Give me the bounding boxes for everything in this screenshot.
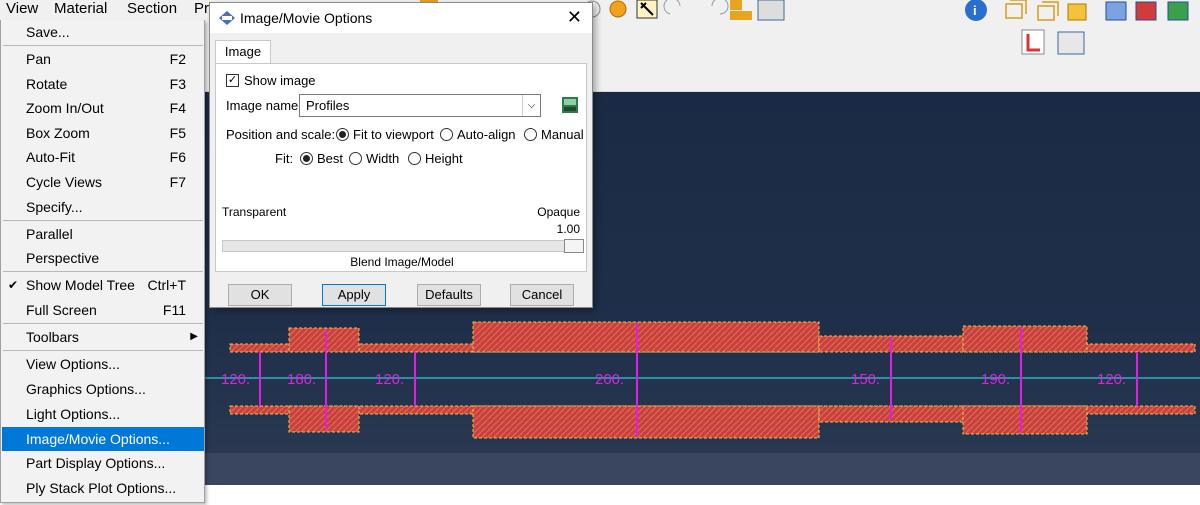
svg-text:i: i	[973, 3, 977, 18]
slider-transparent-label: Transparent	[222, 205, 287, 219]
blend-slider-track[interactable]	[222, 240, 584, 252]
fit-width-radio[interactable]	[349, 152, 362, 165]
menu-separator	[3, 350, 203, 351]
dimension-label: 120.	[221, 371, 250, 388]
fit-height-radio[interactable]	[408, 152, 421, 165]
menu-item-specify[interactable]: Specify...	[2, 195, 204, 219]
blend-slider-thumb[interactable]	[564, 239, 584, 253]
menu-view[interactable]: View	[6, 0, 38, 18]
menu-item-graphics-options[interactable]: Graphics Options...	[2, 377, 204, 401]
menu-item-save[interactable]: Save...	[2, 20, 204, 44]
fit-best-label: Best	[317, 151, 344, 166]
position-fit-viewport-label: Fit to viewport	[353, 127, 434, 142]
image-name-select[interactable]: Profiles ⌵	[299, 94, 541, 117]
menu-item-pan[interactable]: Pan F2	[2, 47, 204, 71]
fit-best-radio[interactable]	[300, 152, 313, 165]
menu-separator	[3, 323, 203, 324]
view-menu-dropdown: Save... Pan F2 Rotate F3 Zoom In/Out F4 …	[0, 20, 205, 503]
dimension-label: 190.	[981, 371, 1010, 388]
image-name-value: Profiles	[306, 98, 350, 113]
profile-top	[229, 321, 1196, 353]
fit-label: Fit:	[275, 151, 294, 166]
position-scale-label: Position and scale:	[226, 127, 336, 142]
show-image-checkbox[interactable]: ✓	[226, 74, 239, 87]
profile-model[interactable]: 120. 180. 120. 200. 150. 190. 120.	[205, 300, 1200, 450]
image-movie-options-dialog: Image/Movie Options ✕ Image ✓ Show image…	[209, 2, 593, 308]
menu-item-box-zoom[interactable]: Box Zoom F5	[2, 121, 204, 145]
menu-item-image-movie-options[interactable]: Image/Movie Options...	[2, 427, 204, 451]
dialog-app-icon	[219, 11, 235, 25]
menu-item-rotate[interactable]: Rotate F3	[2, 72, 204, 96]
menu-bar: View Material Section Pr	[0, 0, 210, 20]
chevron-down-icon: ⌵	[522, 95, 540, 116]
position-fit-viewport-radio[interactable]	[336, 128, 349, 141]
fit-height-label: Height	[425, 151, 463, 166]
menu-separator	[3, 220, 203, 221]
dimension-label: 180.	[287, 371, 316, 388]
menu-item-light-options[interactable]: Light Options...	[2, 402, 204, 426]
ok-button[interactable]: OK	[228, 284, 292, 306]
menu-item-parallel[interactable]: Parallel	[2, 222, 204, 246]
slider-opaque-label: Opaque	[537, 205, 580, 219]
tab-image[interactable]: Image	[215, 40, 271, 64]
menu-item-toolbars[interactable]: Toolbars ▶	[2, 325, 204, 349]
blend-label: Blend Image/Model	[350, 255, 454, 269]
menu-pr[interactable]: Pr	[194, 0, 209, 18]
menu-separator	[3, 45, 203, 46]
image-file-icon[interactable]	[562, 97, 578, 113]
menu-item-ply-stack-plot-options[interactable]: Ply Stack Plot Options...	[2, 476, 204, 500]
fit-width-label: Width	[366, 151, 400, 166]
menu-item-full-screen[interactable]: Full Screen F11	[2, 298, 204, 322]
menu-item-auto-fit[interactable]: Auto-Fit F6	[2, 145, 204, 169]
dimension-label: 150.	[851, 371, 880, 388]
checkmark-icon: ✔	[8, 278, 19, 292]
position-auto-align-radio[interactable]	[440, 128, 453, 141]
position-auto-align-label: Auto-align	[457, 127, 516, 142]
menu-item-show-model-tree[interactable]: ✔ Show Model Tree Ctrl+T	[2, 273, 204, 297]
dialog-title: Image/Movie Options	[240, 10, 373, 26]
menu-material[interactable]: Material	[54, 0, 107, 18]
menu-item-zoom[interactable]: Zoom In/Out F4	[2, 96, 204, 120]
defaults-button[interactable]: Defaults	[417, 284, 481, 306]
close-icon[interactable]: ✕	[567, 7, 582, 27]
menu-item-perspective[interactable]: Perspective	[2, 246, 204, 270]
apply-button[interactable]: Apply	[322, 284, 386, 306]
menu-item-part-display-options[interactable]: Part Display Options...	[2, 451, 204, 475]
dialog-titlebar[interactable]: Image/Movie Options ✕	[210, 3, 592, 33]
dimension-label: 200.	[595, 371, 624, 388]
slider-value: 1.00	[556, 222, 580, 236]
viewport-floor	[205, 453, 1200, 485]
dimension-label: 120.	[1097, 371, 1126, 388]
dimension-label: 120.	[375, 371, 404, 388]
position-manual-radio[interactable]	[524, 128, 537, 141]
menu-item-view-options[interactable]: View Options...	[2, 352, 204, 376]
menu-separator	[3, 271, 203, 272]
show-image-label: Show image	[244, 73, 316, 88]
profile-bottom	[229, 405, 1196, 439]
menu-item-cycle-views[interactable]: Cycle Views F7	[2, 170, 204, 194]
cancel-button[interactable]: Cancel	[510, 284, 574, 306]
image-tab-panel: ✓ Show image Image name: Profiles ⌵ Posi…	[215, 63, 587, 272]
toolbar-icon-cluster-right[interactable]: i	[965, 0, 1189, 55]
position-manual-label: Manual	[541, 127, 584, 142]
submenu-arrow-icon: ▶	[190, 331, 198, 342]
viewport-bottom-strip	[205, 485, 1200, 505]
menu-section[interactable]: Section	[127, 0, 177, 18]
image-name-label: Image name:	[226, 98, 302, 113]
